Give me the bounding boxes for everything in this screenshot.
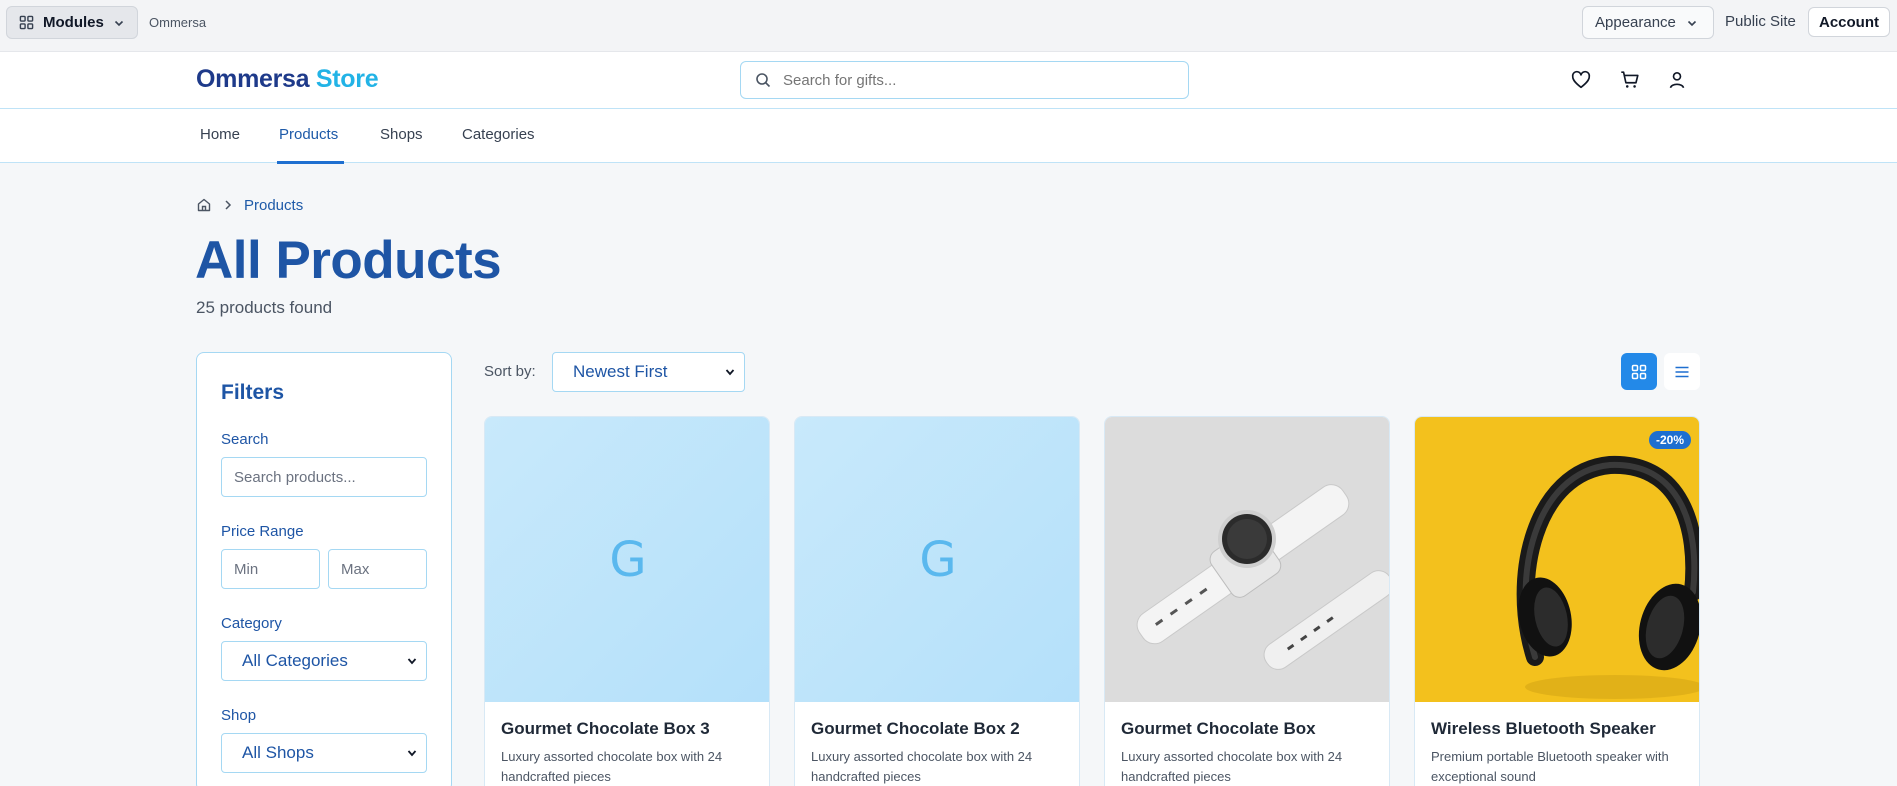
filters-panel: Filters Search Search products... Price … bbox=[196, 352, 452, 786]
admin-bar: Modules Ommersa Appearance Public Site A… bbox=[0, 0, 1897, 52]
breadcrumb-current[interactable]: Products bbox=[244, 197, 303, 214]
product-name[interactable]: Gourmet Chocolate Box bbox=[1121, 719, 1316, 739]
chevron-right-icon bbox=[225, 200, 232, 210]
chevron-down-icon bbox=[407, 750, 417, 757]
chevron-down-icon bbox=[114, 20, 123, 26]
product-description: Luxury assorted chocolate box with 24 ha… bbox=[1121, 749, 1343, 784]
product-image-placeholder: G bbox=[795, 417, 1079, 702]
chevron-down-icon bbox=[407, 658, 417, 665]
filter-shop-label: Shop bbox=[221, 707, 257, 724]
main-nav: Home Products Shops Categories bbox=[0, 109, 1897, 164]
sort-select[interactable]: Newest First bbox=[552, 352, 745, 392]
nav-item-products[interactable]: Products bbox=[279, 126, 338, 143]
list-icon bbox=[1675, 366, 1689, 377]
filter-shop-value: All Shops bbox=[242, 743, 314, 762]
modules-button[interactable]: Modules bbox=[6, 6, 138, 39]
filter-category-value: All Categories bbox=[242, 651, 348, 670]
home-icon[interactable] bbox=[196, 197, 212, 213]
appearance-button[interactable]: Appearance bbox=[1582, 6, 1714, 39]
filter-category-select[interactable]: All Categories bbox=[221, 641, 427, 681]
filter-price-label: Price Range bbox=[221, 523, 304, 540]
product-count: 25 products found bbox=[196, 298, 333, 317]
user-icon[interactable] bbox=[1666, 69, 1688, 91]
filter-price-max[interactable]: Max bbox=[328, 549, 427, 589]
product-card[interactable]: G Gourmet Chocolate Box 3 Luxury assorte… bbox=[484, 416, 770, 786]
product-card[interactable]: -20% Wireless Bluetooth Speaker Premium … bbox=[1414, 416, 1700, 786]
filter-price-min[interactable]: Min bbox=[221, 549, 320, 589]
site-search bbox=[740, 61, 1189, 99]
sort-label: Sort by: bbox=[484, 363, 536, 380]
product-name[interactable]: Wireless Bluetooth Speaker bbox=[1431, 719, 1656, 739]
product-name[interactable]: Gourmet Chocolate Box 3 bbox=[501, 719, 710, 739]
modules-label: Modules bbox=[43, 14, 104, 31]
logo-primary: Ommersa bbox=[196, 65, 310, 93]
grid-icon bbox=[19, 15, 34, 30]
page-title: All Products bbox=[195, 231, 502, 290]
product-description: Premium portable Bluetooth speaker with … bbox=[1431, 749, 1669, 784]
filter-search-input[interactable]: Search products... bbox=[221, 457, 427, 497]
product-card[interactable]: Gourmet Chocolate Box Luxury assorted ch… bbox=[1104, 416, 1390, 786]
product-description: Luxury assorted chocolate box with 24 ha… bbox=[811, 749, 1033, 784]
nav-item-shops[interactable]: Shops bbox=[380, 126, 423, 143]
nav-item-categories[interactable]: Categories bbox=[462, 126, 535, 143]
chevron-down-icon bbox=[1687, 20, 1696, 26]
admin-brand: Ommersa bbox=[149, 15, 207, 30]
placeholder-letter: G bbox=[609, 531, 647, 588]
sort-value: Newest First bbox=[573, 362, 668, 381]
site-header: Ommersa Store bbox=[0, 52, 1897, 109]
list-view-button[interactable] bbox=[1664, 353, 1700, 390]
headphones-image bbox=[1415, 417, 1699, 702]
grid-view-button[interactable] bbox=[1621, 353, 1657, 390]
nav-item-home[interactable]: Home bbox=[200, 126, 240, 143]
filters-title: Filters bbox=[221, 381, 285, 404]
site-search-input[interactable] bbox=[783, 71, 1163, 89]
account-button[interactable]: Account bbox=[1808, 7, 1890, 37]
store-logo[interactable]: Ommersa Store bbox=[196, 65, 379, 94]
appearance-label: Appearance bbox=[1595, 14, 1676, 31]
product-card[interactable]: G Gourmet Chocolate Box 2 Luxury assorte… bbox=[794, 416, 1080, 786]
logo-secondary: Store bbox=[315, 65, 379, 93]
placeholder-letter: G bbox=[919, 531, 957, 588]
product-image-placeholder: G bbox=[485, 417, 769, 702]
filter-shop-select[interactable]: All Shops bbox=[221, 733, 427, 773]
smartwatch-image bbox=[1105, 417, 1389, 702]
product-name[interactable]: Gourmet Chocolate Box 2 bbox=[811, 719, 1020, 739]
product-description: Luxury assorted chocolate box with 24 ha… bbox=[501, 749, 723, 784]
filter-search-label: Search bbox=[221, 431, 269, 448]
grid-icon bbox=[1631, 364, 1647, 379]
nav-active-indicator bbox=[277, 161, 344, 164]
cart-icon[interactable] bbox=[1619, 69, 1641, 91]
public-site-link[interactable]: Public Site bbox=[1725, 13, 1796, 30]
heart-icon[interactable] bbox=[1570, 69, 1592, 91]
filter-category-label: Category bbox=[221, 615, 282, 632]
discount-badge: -20% bbox=[1648, 431, 1691, 449]
search-icon bbox=[756, 73, 771, 88]
chevron-down-icon bbox=[725, 369, 735, 376]
